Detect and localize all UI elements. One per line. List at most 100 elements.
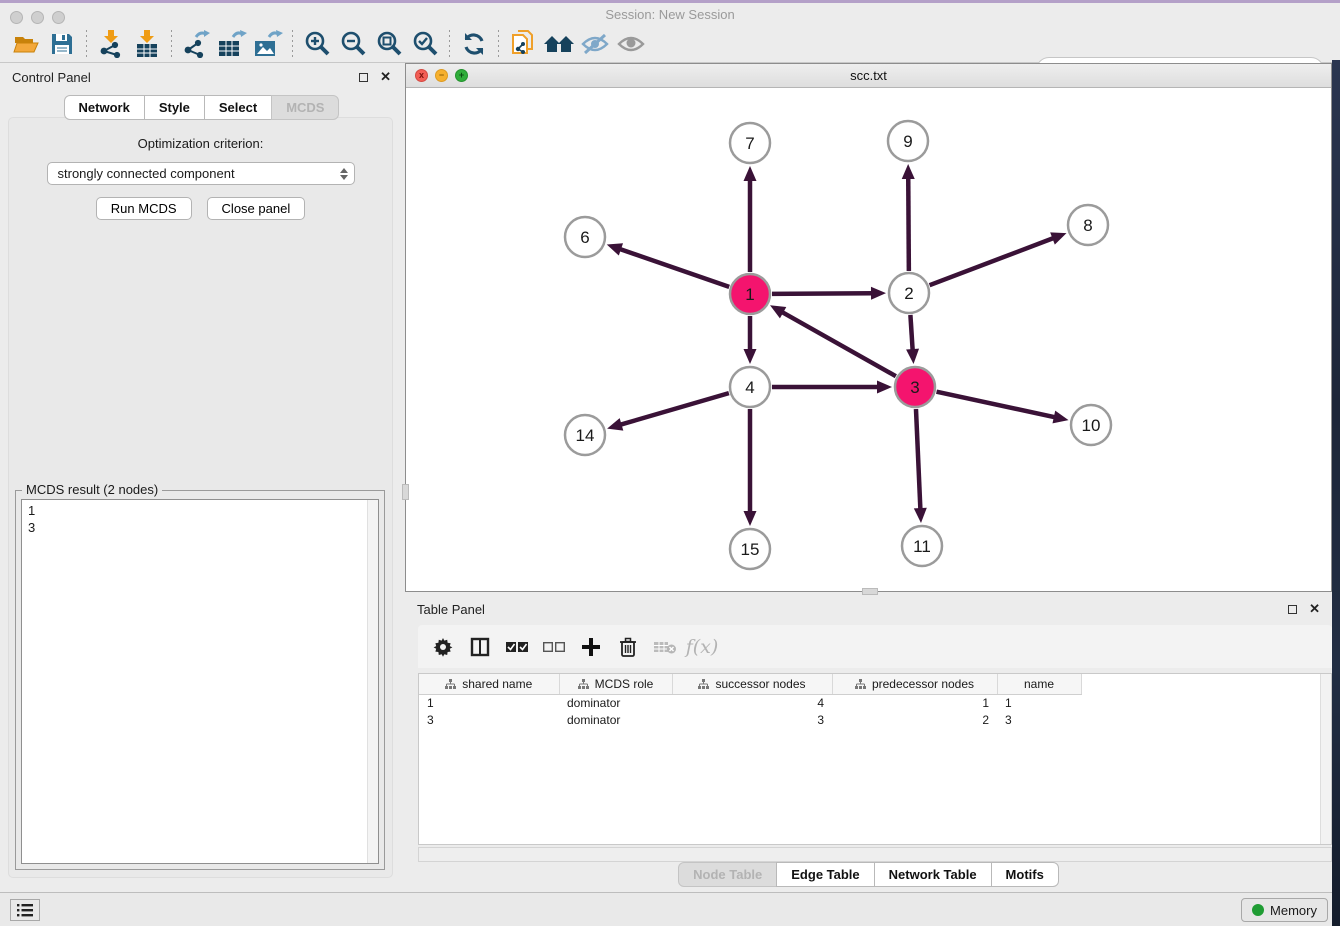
network-canvas[interactable]: 7968124314101511 <box>406 88 1331 591</box>
delete-columns-button[interactable] <box>613 632 643 662</box>
graph-edge-3-11[interactable] <box>916 409 920 510</box>
panel-splitter-grip[interactable] <box>862 588 878 595</box>
show-all-button[interactable] <box>613 28 649 60</box>
tab-style[interactable]: Style <box>144 95 205 120</box>
float-panel-icon[interactable] <box>1288 605 1297 614</box>
table-header-row: shared nameMCDS rolesuccessor nodesprede… <box>419 674 1081 694</box>
close-panel-icon[interactable]: ✕ <box>1309 601 1320 617</box>
export-image-button[interactable] <box>250 28 286 60</box>
result-scrollbar[interactable] <box>367 500 378 863</box>
checked-boxes-icon <box>506 640 528 654</box>
tab-node-table[interactable]: Node Table <box>678 862 777 887</box>
add-column-button[interactable] <box>576 632 606 662</box>
zoom-in-button[interactable] <box>299 28 335 60</box>
memory-button[interactable]: Memory <box>1241 898 1328 922</box>
network-graph: 7968124314101511 <box>406 88 1331 591</box>
zoom-out-button[interactable] <box>335 28 371 60</box>
table-row[interactable]: 1dominator411 <box>419 694 1081 711</box>
tab-edge-table[interactable]: Edge Table <box>776 862 874 887</box>
column-header-MCDS-role[interactable]: MCDS role <box>559 674 672 694</box>
zoom-selected-button[interactable] <box>407 28 443 60</box>
graph-edge-1-6[interactable] <box>619 249 729 287</box>
run-mcds-button[interactable]: Run MCDS <box>96 197 192 220</box>
column-header-successor-nodes[interactable]: successor nodes <box>672 674 832 694</box>
table-cell[interactable]: 3 <box>419 711 559 728</box>
window-title: Session: New Session <box>605 7 734 22</box>
document-network-icon <box>510 30 536 58</box>
table-row[interactable]: 3dominator323 <box>419 711 1081 728</box>
refresh-button[interactable] <box>456 28 492 60</box>
float-panel-icon[interactable] <box>359 73 368 82</box>
tab-network[interactable]: Network <box>64 95 145 120</box>
network-window-title: scc.txt <box>406 68 1331 83</box>
edge-arrowhead <box>877 381 892 394</box>
close-panel-icon[interactable]: ✕ <box>380 69 391 85</box>
export-network-button[interactable] <box>178 28 214 60</box>
table-body: 1dominator4113dominator323 <box>419 694 1081 728</box>
close-panel-button[interactable]: Close panel <box>207 197 306 220</box>
table-cell[interactable]: 1 <box>419 694 559 711</box>
table-settings-button[interactable] <box>428 632 458 662</box>
toolbar-separator <box>86 30 87 58</box>
control-panel-title: Control Panel <box>12 70 91 85</box>
control-panel-tabs: NetworkStyleSelectMCDS <box>0 95 403 120</box>
graph-edge-2-3[interactable] <box>910 315 912 351</box>
select-all-button[interactable] <box>502 632 532 662</box>
fx-icon: f(x) <box>686 636 719 658</box>
graph-node-label: 10 <box>1082 416 1101 435</box>
tab-network-table[interactable]: Network Table <box>874 862 992 887</box>
table-cell[interactable]: 1 <box>997 694 1081 711</box>
attribute-tree-icon <box>698 679 709 689</box>
tab-select[interactable]: Select <box>204 95 272 120</box>
graph-edge-3-1[interactable] <box>781 312 895 377</box>
criterion-dropdown[interactable]: strongly connected component <box>47 162 355 185</box>
mcds-result-textarea[interactable]: 1 3 <box>21 499 379 864</box>
table-cell[interactable]: 2 <box>832 711 997 728</box>
graph-edge-1-2[interactable] <box>772 293 873 294</box>
minimize-window-button[interactable] <box>31 11 44 24</box>
hide-selected-button[interactable] <box>577 28 613 60</box>
unselect-all-button[interactable] <box>539 632 569 662</box>
table-cell[interactable]: 3 <box>997 711 1081 728</box>
delete-table-button[interactable] <box>650 632 680 662</box>
dropdown-stepper-icon <box>340 168 348 180</box>
table-cell[interactable]: dominator <box>559 711 672 728</box>
unchecked-boxes-icon <box>543 640 565 654</box>
zoom-window-button[interactable] <box>52 11 65 24</box>
table-cell[interactable]: 4 <box>672 694 832 711</box>
column-header-predecessor-nodes[interactable]: predecessor nodes <box>832 674 997 694</box>
graph-edge-4-14[interactable] <box>620 393 729 425</box>
open-session-button[interactable] <box>8 28 44 60</box>
zoom-fit-button[interactable] <box>371 28 407 60</box>
save-session-button[interactable] <box>44 28 80 60</box>
column-view-button[interactable] <box>465 632 495 662</box>
close-window-button[interactable] <box>10 11 23 24</box>
import-table-button[interactable] <box>129 28 165 60</box>
function-builder-button[interactable]: f(x) <box>687 632 717 662</box>
graph-edge-3-10[interactable] <box>937 392 1056 418</box>
panel-splitter-grip[interactable] <box>402 484 409 500</box>
table-vertical-scrollbar[interactable] <box>1320 674 1331 844</box>
network-from-file-button[interactable] <box>505 28 541 60</box>
tab-motifs[interactable]: Motifs <box>991 862 1059 887</box>
network-window-titlebar[interactable]: scc.txt x − + <box>406 64 1331 88</box>
tab-mcds[interactable]: MCDS <box>271 95 339 120</box>
edge-arrowhead <box>871 287 886 300</box>
home-layout-button[interactable] <box>541 28 577 60</box>
graph-edge-2-9[interactable] <box>908 177 909 271</box>
table-cell[interactable]: dominator <box>559 694 672 711</box>
graph-edge-2-8[interactable] <box>930 238 1055 285</box>
graph-node-label: 3 <box>910 378 919 397</box>
graph-node-label: 7 <box>745 134 754 153</box>
column-header-shared-name[interactable]: shared name <box>419 674 559 694</box>
table-cell[interactable]: 1 <box>832 694 997 711</box>
export-table-button[interactable] <box>214 28 250 60</box>
import-network-button[interactable] <box>93 28 129 60</box>
table-cell[interactable]: 3 <box>672 711 832 728</box>
edge-arrowhead <box>906 349 919 364</box>
column-header-name[interactable]: name <box>997 674 1081 694</box>
task-history-button[interactable] <box>10 899 40 921</box>
graph-node-label: 14 <box>576 426 595 445</box>
table-horizontal-scrollbar[interactable] <box>418 847 1332 862</box>
toolbar-separator <box>449 30 450 58</box>
